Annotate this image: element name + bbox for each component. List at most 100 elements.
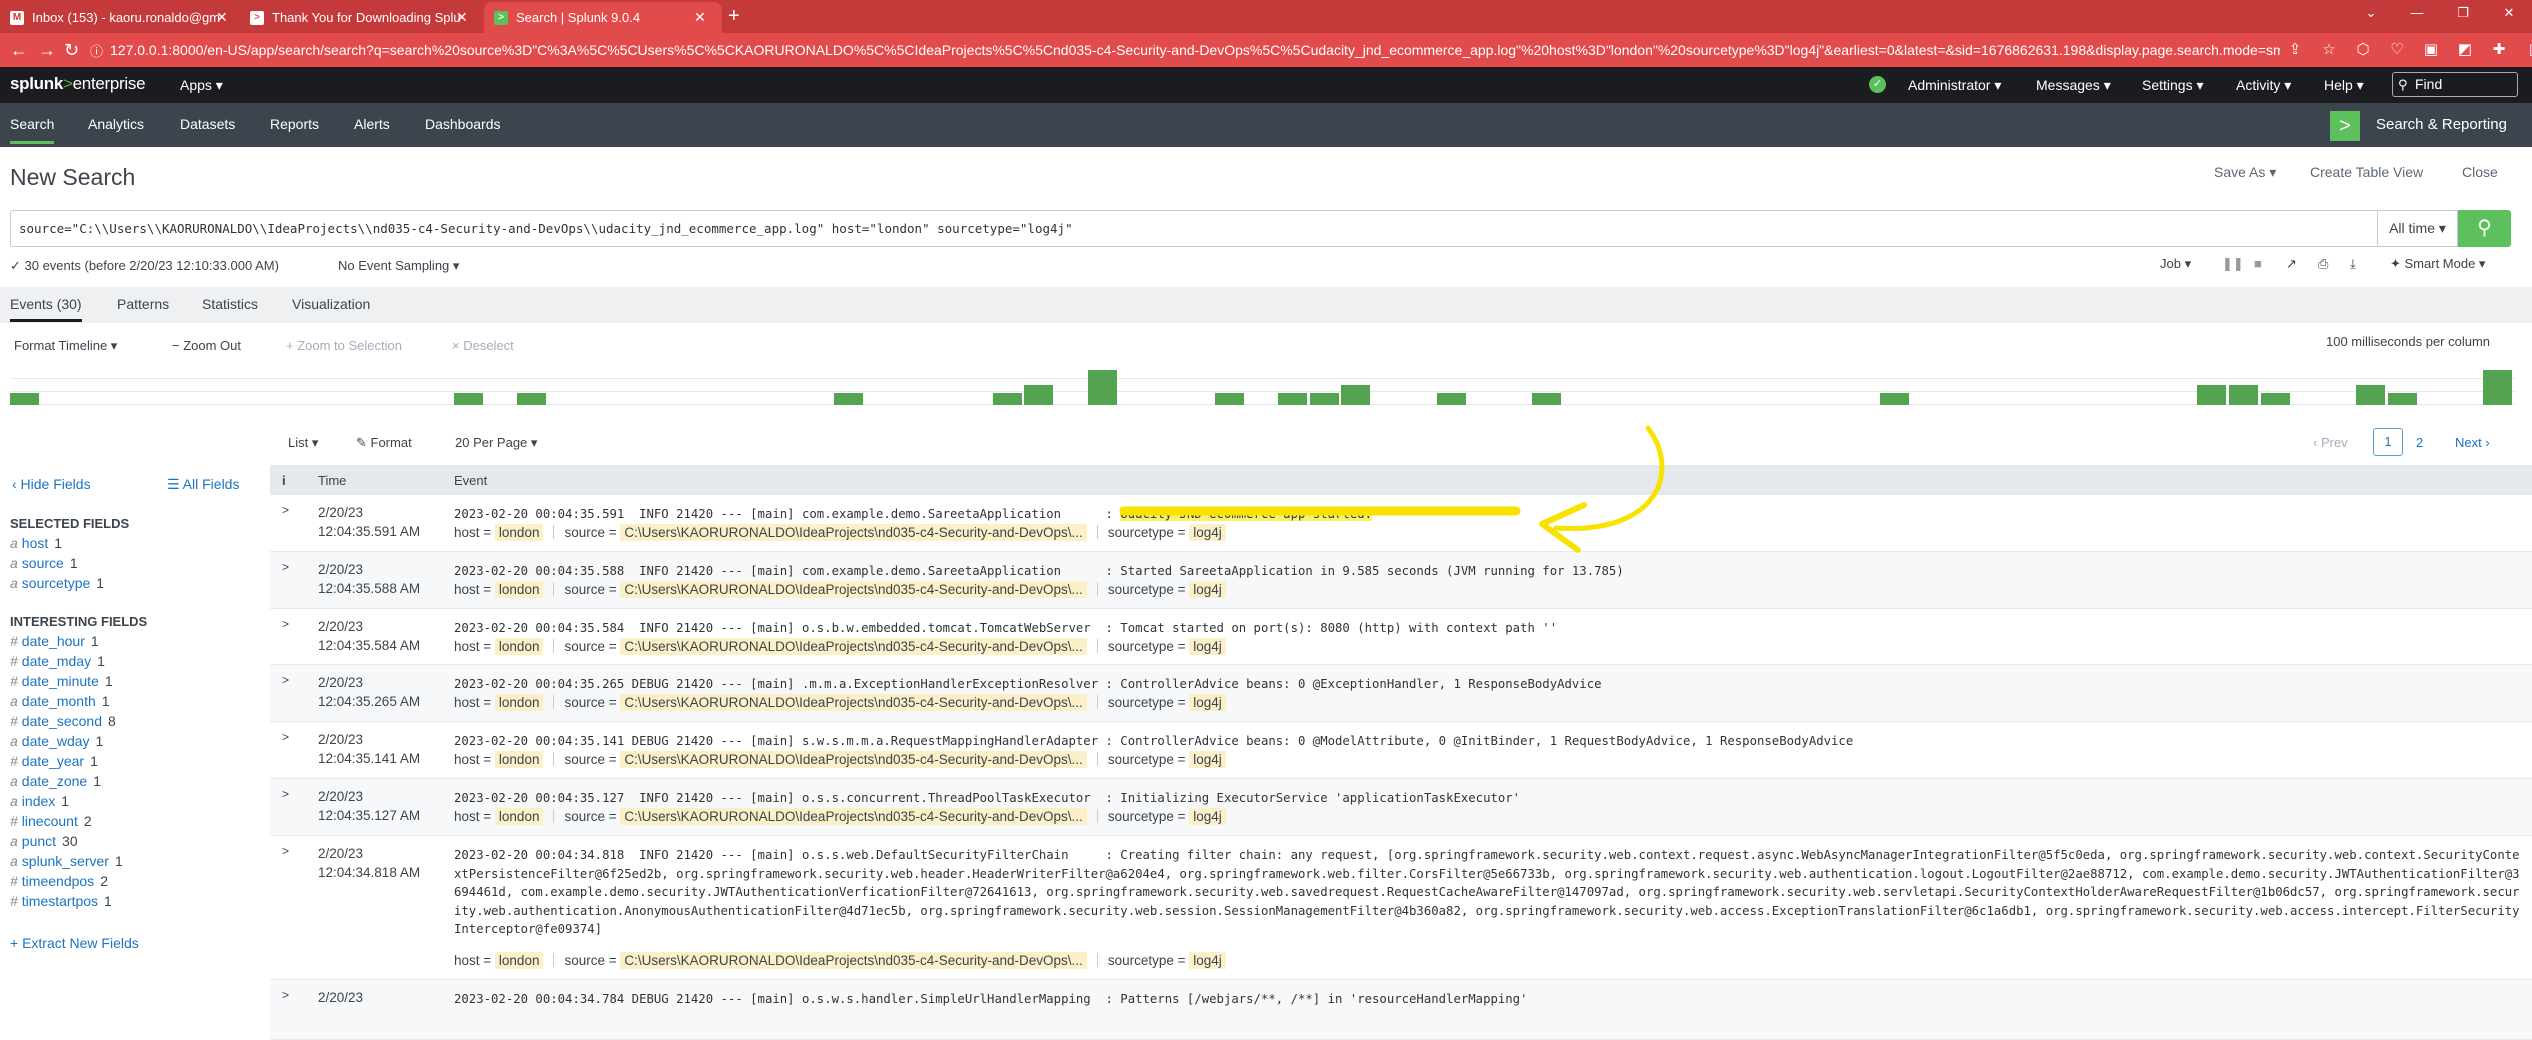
timeline-bar[interactable] xyxy=(1531,393,1561,405)
time-column-header[interactable]: Time xyxy=(318,473,346,488)
sourcetype-value[interactable]: log4j xyxy=(1189,751,1226,768)
zoom-to-selection-button[interactable]: + Zoom to Selection xyxy=(286,338,402,353)
tab-visualization[interactable]: Visualization xyxy=(292,296,370,312)
new-tab-button[interactable]: + xyxy=(728,2,740,30)
timeline-bar[interactable] xyxy=(517,393,547,405)
sidebar-field-sourcetype[interactable]: a sourcetype 1 xyxy=(10,575,104,591)
host-value[interactable]: london xyxy=(494,751,544,768)
timeline-bar[interactable] xyxy=(453,393,483,405)
table-row[interactable]: >2/20/23 12:04:35.141 AM 2023-02-20 00:04:… xyxy=(270,722,2532,779)
host-value[interactable]: london xyxy=(494,952,544,969)
nav-datasets[interactable]: Datasets xyxy=(180,116,235,132)
apps-menu[interactable]: Apps ▾ xyxy=(180,77,223,94)
close-icon[interactable]: ✕ xyxy=(694,2,706,33)
list-view-menu[interactable]: List ▾ xyxy=(288,435,318,451)
activity-menu[interactable]: Activity ▾ xyxy=(2236,77,2291,94)
timeline-bar[interactable] xyxy=(10,393,39,405)
nav-reports[interactable]: Reports xyxy=(270,116,319,132)
timeline-bar[interactable] xyxy=(2197,385,2227,405)
stop-icon[interactable]: ■ xyxy=(2254,256,2262,271)
sidebar-field-date-hour[interactable]: # date_hour 1 xyxy=(10,633,99,649)
timeline-bar[interactable] xyxy=(992,393,1022,405)
share-icon[interactable]: ↗ xyxy=(2286,256,2297,272)
restore-icon[interactable]: ❐ xyxy=(2440,0,2486,28)
source-value[interactable]: C:\Users\KAORURONALDO\IdeaProjects\nd035… xyxy=(620,524,1087,541)
tab-events[interactable]: Events (30) xyxy=(10,296,82,322)
sidebar-field-date-year[interactable]: # date_year 1 xyxy=(10,753,98,769)
sidebar-field-timeendpos[interactable]: # timeendpos 2 xyxy=(10,873,108,889)
timeline-bar[interactable] xyxy=(2482,370,2512,405)
splunk-logo[interactable]: splunk>enterprise xyxy=(10,74,146,94)
sidebar-field-splunk-server[interactable]: a splunk_server 1 xyxy=(10,853,123,869)
source-value[interactable]: C:\Users\KAORURONALDO\IdeaProjects\nd035… xyxy=(620,808,1087,825)
per-page-menu[interactable]: 20 Per Page ▾ xyxy=(455,435,537,451)
format-button[interactable]: ✎ Format xyxy=(356,435,412,451)
extension-icon[interactable]: ▣ xyxy=(2421,40,2441,60)
forward-icon[interactable]: → xyxy=(38,40,56,60)
save-as-menu[interactable]: Save As ▾ xyxy=(2214,164,2276,181)
timeline-bar[interactable] xyxy=(1024,385,1054,405)
source-value[interactable]: C:\Users\KAORURONALDO\IdeaProjects\nd035… xyxy=(620,952,1087,969)
time-range-picker[interactable]: All time ▾ xyxy=(2378,210,2458,247)
reload-icon[interactable]: ↻ xyxy=(64,40,79,60)
print-icon[interactable]: ⎙ xyxy=(2318,256,2328,272)
extension-icon[interactable]: ⬡ xyxy=(2353,40,2373,60)
messages-menu[interactable]: Messages ▾ xyxy=(2036,77,2111,94)
sidebar-field-timestartpos[interactable]: # timestartpos 1 xyxy=(10,893,112,909)
table-row[interactable]: >2/20/23 12:04:35.591 AM 2023-02-20 00:04:… xyxy=(270,495,2532,552)
format-timeline-menu[interactable]: Format Timeline ▾ xyxy=(14,338,117,354)
browser-tab-search[interactable]: > Search | Splunk 9.0.4 ✕ xyxy=(484,2,722,33)
administrator-menu[interactable]: Administrator ▾ xyxy=(1908,77,2001,94)
sidebar-field-date-zone[interactable]: a date_zone 1 xyxy=(10,773,101,789)
timeline-bar[interactable] xyxy=(2260,393,2290,405)
source-value[interactable]: C:\Users\KAORURONALDO\IdeaProjects\nd035… xyxy=(620,751,1087,768)
back-icon[interactable]: ← xyxy=(10,40,28,60)
expand-chevron-icon[interactable]: > xyxy=(282,673,289,687)
event-column-header[interactable]: Event xyxy=(454,473,487,488)
help-menu[interactable]: Help ▾ xyxy=(2324,77,2364,94)
url-field[interactable]: 127.0.0.1:8000/en-US/app/search/search?q… xyxy=(110,42,2280,58)
browser-tab-gmail[interactable]: M Inbox (153) - kaoru.ronaldo@gm ✕ xyxy=(0,2,238,33)
expand-chevron-icon[interactable]: > xyxy=(282,988,289,1002)
info-icon[interactable]: ⓘ xyxy=(90,42,103,62)
timeline-bar[interactable] xyxy=(2355,385,2385,405)
sidebar-field-source[interactable]: a source 1 xyxy=(10,555,78,571)
export-icon[interactable]: ⤓ xyxy=(2350,256,2356,272)
app-name[interactable]: Search & Reporting xyxy=(2376,116,2507,133)
table-row[interactable]: >2/20/23 12:04:35.127 AM 2023-02-20 00:04:… xyxy=(270,779,2532,836)
sidebar-field-date-mday[interactable]: # date_mday 1 xyxy=(10,653,105,669)
health-ok-icon[interactable]: ✓ xyxy=(1869,76,1886,93)
host-value[interactable]: london xyxy=(494,524,544,541)
sidebar-field-index[interactable]: a index 1 xyxy=(10,793,69,809)
sidebar-field-linecount[interactable]: # linecount 2 xyxy=(10,813,92,829)
sourcetype-value[interactable]: log4j xyxy=(1189,694,1226,711)
table-row[interactable]: >2/20/23 12:04:35.588 AM 2023-02-20 00:04:… xyxy=(270,552,2532,609)
host-value[interactable]: london xyxy=(494,638,544,655)
host-value[interactable]: london xyxy=(494,581,544,598)
expand-chevron-icon[interactable]: > xyxy=(282,787,289,801)
search-submit-button[interactable]: ⚲ xyxy=(2458,210,2511,247)
timeline-bar[interactable] xyxy=(1278,393,1307,405)
nav-dashboards[interactable]: Dashboards xyxy=(425,116,501,132)
timeline-bar[interactable] xyxy=(1880,393,1910,405)
hide-fields-button[interactable]: ‹ Hide Fields xyxy=(12,476,91,492)
close-button[interactable]: Close xyxy=(2462,164,2498,180)
next-page-button[interactable]: Next › xyxy=(2455,435,2490,450)
table-row[interactable]: >2/20/23 2023-02-20 00:04:34.784 DEBUG 21… xyxy=(270,980,2532,1040)
sourcetype-value[interactable]: log4j xyxy=(1189,638,1226,655)
host-value[interactable]: london xyxy=(494,694,544,711)
settings-menu[interactable]: Settings ▾ xyxy=(2142,77,2204,94)
sourcetype-value[interactable]: log4j xyxy=(1189,524,1226,541)
job-menu[interactable]: Job ▾ xyxy=(2160,256,2191,272)
expand-chevron-icon[interactable]: > xyxy=(282,844,289,858)
sourcetype-value[interactable]: log4j xyxy=(1189,952,1226,969)
extract-new-fields-link[interactable]: + Extract New Fields xyxy=(10,935,139,951)
sourcetype-value[interactable]: log4j xyxy=(1189,581,1226,598)
share-icon[interactable]: ⇪ xyxy=(2285,40,2305,60)
host-value[interactable]: london xyxy=(494,808,544,825)
timeline-bar[interactable] xyxy=(1436,393,1466,405)
timeline-bar[interactable] xyxy=(2229,385,2258,405)
heart-icon[interactable]: ♡ xyxy=(2387,40,2407,60)
tab-statistics[interactable]: Statistics xyxy=(202,296,258,312)
timeline-bar[interactable] xyxy=(1341,385,1371,405)
